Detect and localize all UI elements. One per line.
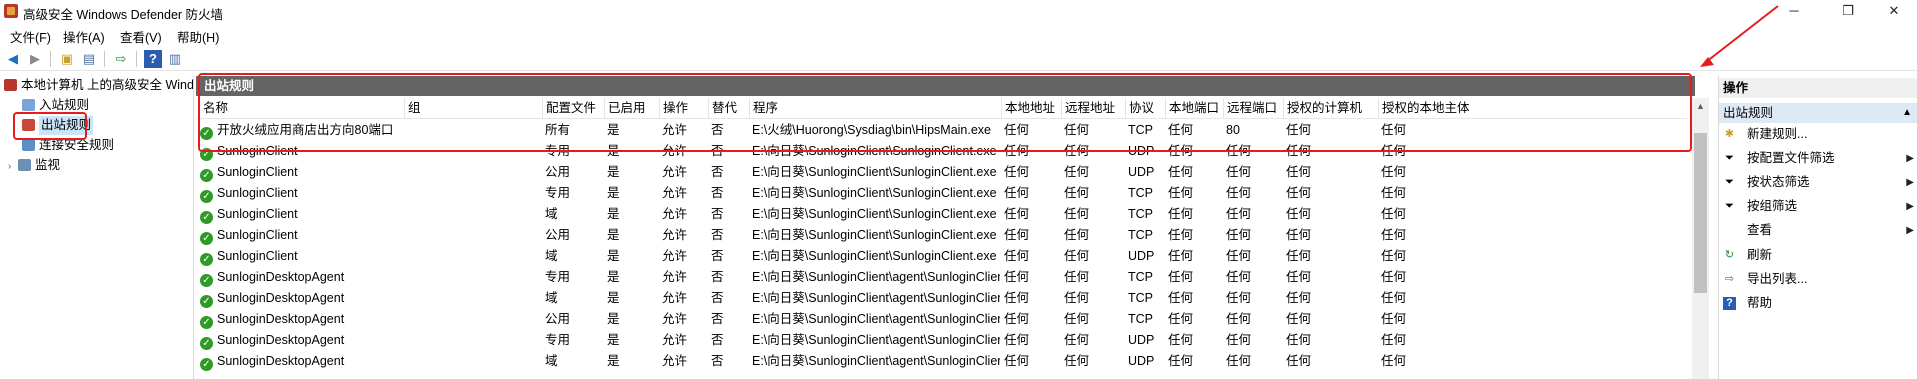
actions-title: 操作 bbox=[1719, 78, 1917, 98]
action-view[interactable]: 查看 ▶ bbox=[1719, 219, 1917, 242]
action-help[interactable]: ? 帮助 bbox=[1719, 292, 1917, 315]
annotation-arrow bbox=[1700, 5, 1779, 67]
filter-icon: ⏷ bbox=[1725, 152, 1734, 164]
help-icon: ? bbox=[1723, 297, 1736, 310]
actions-pane: 操作 出站规则 ▲ ✱ 新建规则... ⏷ 按配置文件筛选 ▶ ⏷ 按状态筛选 … bbox=[1718, 76, 1917, 379]
action-export-list[interactable]: ⇨ 导出列表... bbox=[1719, 268, 1917, 291]
submenu-arrow-icon: ▶ bbox=[1906, 153, 1914, 164]
refresh-icon: ↻ bbox=[1724, 249, 1735, 261]
actions-section-outbound-rules[interactable]: 出站规则 ▲ bbox=[1719, 103, 1917, 123]
action-filter-by-profile[interactable]: ⏷ 按配置文件筛选 ▶ bbox=[1719, 147, 1917, 170]
new-rule-icon: ✱ bbox=[1724, 128, 1735, 140]
action-refresh[interactable]: ↻ 刷新 bbox=[1719, 244, 1917, 267]
submenu-arrow-icon: ▶ bbox=[1906, 225, 1914, 236]
collapse-arrow-icon[interactable]: ▲ bbox=[1902, 103, 1912, 123]
export-icon: ⇨ bbox=[1724, 273, 1735, 285]
action-filter-by-group[interactable]: ⏷ 按组筛选 ▶ bbox=[1719, 195, 1917, 218]
filter-icon: ⏷ bbox=[1725, 176, 1734, 188]
action-filter-by-state[interactable]: ⏷ 按状态筛选 ▶ bbox=[1719, 171, 1917, 194]
action-new-rule[interactable]: ✱ 新建规则... bbox=[1719, 123, 1917, 146]
submenu-arrow-icon: ▶ bbox=[1906, 201, 1914, 212]
submenu-arrow-icon: ▶ bbox=[1906, 177, 1914, 188]
filter-icon: ⏷ bbox=[1725, 200, 1734, 212]
